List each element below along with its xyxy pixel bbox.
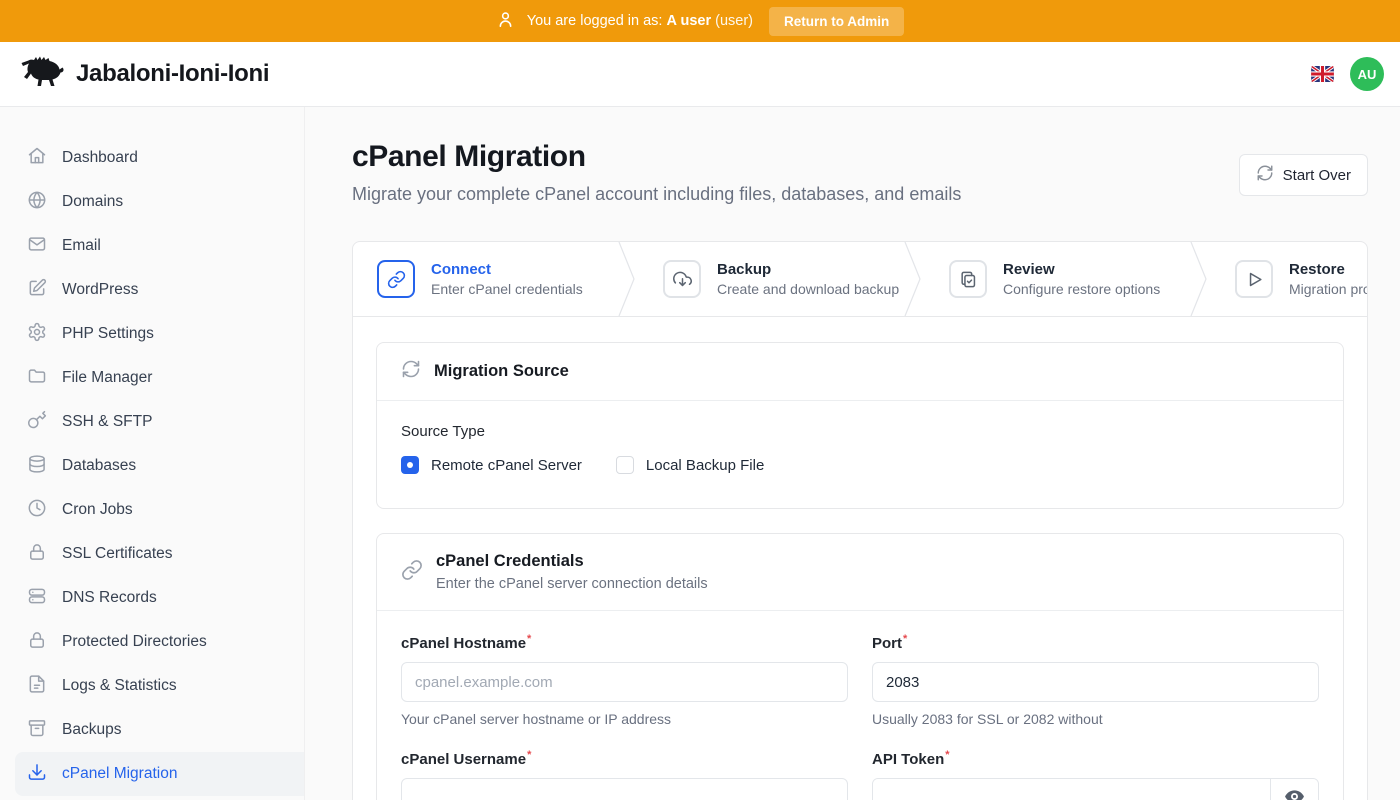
- sidebar-item-backups[interactable]: Backups: [15, 708, 304, 752]
- database-icon: [27, 454, 47, 479]
- home-icon: [27, 146, 47, 171]
- credentials-title: cPanel Credentials: [436, 552, 708, 571]
- app-header: Jabaloni-Ioni-Ioni AU: [0, 42, 1400, 107]
- start-over-button[interactable]: Start Over: [1239, 154, 1368, 196]
- language-flag-icon[interactable]: [1311, 66, 1334, 82]
- step-review[interactable]: Review Configure restore options: [925, 260, 1189, 298]
- step-separator: [617, 242, 639, 316]
- radio-remote-cpanel-server[interactable]: Remote cPanel Server: [401, 456, 582, 474]
- clock-icon: [27, 498, 47, 523]
- logged-in-username: A user: [667, 13, 712, 29]
- link-icon: [401, 559, 423, 586]
- sidebar-item-protected-directories[interactable]: Protected Directories: [15, 620, 304, 664]
- required-asterisk: *: [903, 633, 907, 645]
- mail-icon: [27, 234, 47, 259]
- return-to-admin-button[interactable]: Return to Admin: [769, 7, 904, 36]
- user-icon: [496, 10, 515, 33]
- source-type-label: Source Type: [401, 423, 1319, 440]
- migration-source-card: Migration Source Source Type Remote cPan…: [376, 342, 1344, 509]
- folder-icon: [27, 366, 47, 391]
- step-backup[interactable]: Backup Create and download backup: [639, 260, 903, 298]
- play-icon: [1235, 260, 1273, 298]
- sidebar-item-dashboard[interactable]: Dashboard: [15, 136, 304, 180]
- edit-icon: [27, 278, 47, 303]
- gear-icon: [27, 322, 47, 347]
- radio-local-backup-file[interactable]: Local Backup File: [616, 456, 764, 474]
- sidebar-item-email[interactable]: Email: [15, 224, 304, 268]
- sidebar-item-php-settings[interactable]: PHP Settings: [15, 312, 304, 356]
- lock-icon: [27, 542, 47, 567]
- required-asterisk: *: [527, 633, 531, 645]
- main-content: cPanel Migration Migrate your complete c…: [305, 107, 1400, 800]
- refresh-icon: [1256, 164, 1274, 186]
- cloud-download-icon: [663, 260, 701, 298]
- username-field: cPanel Username*: [401, 749, 848, 800]
- sidebar-item-file-manager[interactable]: File Manager: [15, 356, 304, 400]
- radio-unselected-icon[interactable]: [616, 456, 634, 474]
- sidebar-item-logs-statistics[interactable]: Logs & Statistics: [15, 664, 304, 708]
- sidebar-item-wordpress[interactable]: WordPress: [15, 268, 304, 312]
- admin-impersonation-bar: You are logged in as: A user (user) Retu…: [0, 0, 1400, 42]
- link-icon: [377, 260, 415, 298]
- hostname-helper: Your cPanel server hostname or IP addres…: [401, 711, 848, 727]
- sidebar-item-ssh-sftp[interactable]: SSH & SFTP: [15, 400, 304, 444]
- boar-logo-icon: [16, 53, 66, 95]
- logged-in-prefix: You are logged in as:: [527, 13, 663, 29]
- refresh-icon: [401, 359, 421, 384]
- user-avatar[interactable]: AU: [1350, 57, 1384, 91]
- api-token-field: API Token*: [872, 749, 1319, 800]
- sidebar-item-databases[interactable]: Databases: [15, 444, 304, 488]
- cpanel-credentials-card: cPanel Credentials Enter the cPanel serv…: [376, 533, 1344, 800]
- migration-source-title: Migration Source: [434, 362, 569, 381]
- credentials-subtitle: Enter the cPanel server connection detai…: [436, 576, 708, 592]
- port-input[interactable]: [872, 662, 1319, 702]
- step-separator: [1189, 242, 1211, 316]
- logged-in-role: (user): [715, 13, 753, 29]
- clipboard-check-icon: [949, 260, 987, 298]
- page-subtitle: Migrate your complete cPanel account inc…: [352, 184, 961, 205]
- sidebar-item-cpanel-migration[interactable]: cPanel Migration: [15, 752, 304, 796]
- sidebar-item-ssl-certificates[interactable]: SSL Certificates: [15, 532, 304, 576]
- port-helper: Usually 2083 for SSL or 2082 without: [872, 711, 1319, 727]
- sidebar: Dashboard Domains Email WordPress PHP Se…: [0, 107, 305, 800]
- brand[interactable]: Jabaloni-Ioni-Ioni: [16, 53, 269, 95]
- eye-icon: [1284, 786, 1305, 800]
- hostname-input[interactable]: [401, 662, 848, 702]
- key-icon: [27, 410, 47, 435]
- step-restore[interactable]: Restore Migration progress: [1211, 260, 1367, 298]
- migration-card: Connect Enter cPanel credentials Backup …: [352, 241, 1368, 800]
- sidebar-item-dns-records[interactable]: DNS Records: [15, 576, 304, 620]
- migration-stepper: Connect Enter cPanel credentials Backup …: [353, 242, 1367, 317]
- sidebar-item-cron-jobs[interactable]: Cron Jobs: [15, 488, 304, 532]
- radio-selected-icon[interactable]: [401, 456, 419, 474]
- download-icon: [27, 762, 47, 787]
- required-asterisk: *: [527, 749, 531, 761]
- port-field: Port* Usually 2083 for SSL or 2082 witho…: [872, 633, 1319, 727]
- globe-icon: [27, 190, 47, 215]
- username-input[interactable]: [401, 778, 848, 800]
- lock-icon: [27, 630, 47, 655]
- file-text-icon: [27, 674, 47, 699]
- archive-icon: [27, 718, 47, 743]
- server-icon: [27, 586, 47, 611]
- required-asterisk: *: [945, 749, 949, 761]
- brand-title: Jabaloni-Ioni-Ioni: [76, 60, 269, 88]
- step-separator: [903, 242, 925, 316]
- sidebar-item-domains[interactable]: Domains: [15, 180, 304, 224]
- hostname-field: cPanel Hostname* Your cPanel server host…: [401, 633, 848, 727]
- api-token-input[interactable]: [873, 779, 1270, 800]
- logged-in-as: You are logged in as: A user (user): [496, 10, 753, 33]
- page-title: cPanel Migration: [352, 140, 961, 174]
- step-connect[interactable]: Connect Enter cPanel credentials: [353, 260, 617, 298]
- toggle-token-visibility-button[interactable]: [1270, 779, 1318, 800]
